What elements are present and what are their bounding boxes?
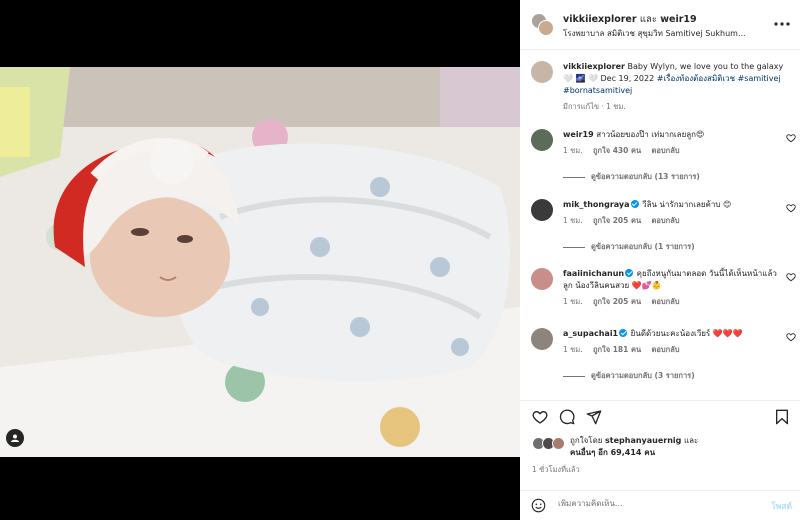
comment-time: 1 ชม. — [563, 345, 583, 354]
liker-avatars — [532, 437, 568, 451]
collab-avatars[interactable] — [531, 13, 554, 36]
comment-text: วีลิน น่ารักมากเลยค้าบ 😊 — [642, 200, 732, 209]
comments-scroll-area[interactable]: vikkiiexplorer Baby Wylyn, we love you t… — [520, 51, 800, 400]
comment-input[interactable] — [558, 499, 748, 508]
comment-item: a_supachai1 ยินดีด้วยนะคะน้องเวียร์ ❤️❤️… — [531, 328, 796, 382]
heart-icon[interactable] — [532, 409, 548, 425]
view-replies-button[interactable]: ดูข้อความตอบกลับ (3 รายการ) — [563, 370, 796, 382]
reply-button[interactable]: ตอบกลับ — [652, 345, 680, 354]
likes-prefix: ถูกใจโดย — [570, 436, 603, 445]
avatar[interactable] — [531, 268, 553, 290]
post-side-panel: vikkiiexplorer และ weir19 โรงพยาบาล สมิต… — [520, 0, 800, 520]
more-horizontal-icon[interactable] — [774, 15, 790, 29]
view-replies-button[interactable]: ดูข้อความตอบกลับ (1 รายการ) — [563, 241, 796, 253]
post-timestamp[interactable]: 1 ชั่วโมงที่แล้ว — [532, 464, 580, 476]
tag-user-icon[interactable] — [6, 429, 24, 447]
post-photo[interactable] — [0, 67, 520, 457]
comment-icon[interactable] — [559, 409, 575, 425]
comment-text: ยินดีด้วยนะคะน้องเวียร์ ❤️❤️❤️ — [630, 329, 743, 338]
comment-time: 1 ชม. — [563, 216, 583, 225]
author-link[interactable]: vikkiiexplorer — [563, 14, 637, 25]
likes-summary: ถูกใจโดย stephanyauernig และ คนอื่นๆ อีก… — [532, 435, 792, 459]
post-comment-button[interactable]: โพสต์ — [771, 499, 792, 513]
verified-badge-icon — [625, 269, 634, 277]
comment-username[interactable]: faaiinichanun — [563, 269, 624, 278]
post-caption: vikkiiexplorer Baby Wylyn, we love you t… — [531, 61, 791, 113]
reply-button[interactable]: ตอบกลับ — [652, 297, 680, 306]
author-link[interactable]: weir19 — [660, 14, 696, 25]
verified-badge-icon — [630, 200, 639, 208]
reply-button[interactable]: ตอบกลับ — [652, 146, 680, 155]
add-comment-bar: โพสต์ — [520, 490, 800, 520]
comment-likes[interactable]: ถูกใจ 430 คน — [593, 146, 641, 155]
comment-likes[interactable]: ถูกใจ 205 คน — [593, 216, 641, 225]
author-joiner: และ — [639, 14, 657, 25]
verified-badge-icon — [619, 329, 628, 337]
view-replies-button[interactable]: ดูข้อความตอบกลับ (13 รายการ) — [563, 171, 796, 183]
bookmark-icon[interactable] — [774, 409, 790, 425]
post-header: vikkiiexplorer และ weir19 โรงพยาบาล สมิต… — [520, 0, 800, 50]
comment-heart-icon[interactable] — [786, 332, 796, 342]
baby-photo-image — [0, 67, 520, 457]
comment-likes[interactable]: ถูกใจ 205 คน — [593, 297, 641, 306]
caption-username[interactable]: vikkiiexplorer — [563, 62, 625, 71]
comment-username[interactable]: weir19 — [563, 130, 594, 139]
comment-heart-icon[interactable] — [786, 133, 796, 143]
comment-text: สาวน้อยของป๊า เท่มากเลยลูก😍 — [596, 130, 705, 139]
post-location[interactable]: โรงพยาบาล สมิติเวช สุขุมวิท Samitivej Su… — [563, 27, 763, 40]
comment-heart-icon[interactable] — [786, 272, 796, 282]
comment-item: weir19 สาวน้อยของป๊า เท่มากเลยลูก😍 1 ชม.… — [531, 129, 796, 183]
avatar[interactable] — [531, 328, 553, 350]
avatar[interactable] — [531, 61, 553, 83]
avatar — [538, 20, 554, 36]
post-media[interactable] — [0, 0, 520, 520]
likes-count-button[interactable]: คนอื่นๆ อีก 69,414 คน — [570, 448, 655, 457]
post-actions: ถูกใจโดย stephanyauernig และ คนอื่นๆ อีก… — [520, 400, 800, 490]
comment-item: mik_thongraya วีลิน น่ารักมากเลยค้าบ 😊 1… — [531, 199, 796, 253]
comment-time: 1 ชม. — [563, 297, 583, 306]
comment-username[interactable]: mik_thongraya — [563, 200, 630, 209]
emoji-icon[interactable] — [531, 498, 546, 513]
comment-item: faaiinichanun คุยถึงหนูกันมาตลอด วันนี้ไ… — [531, 268, 796, 308]
post-authors: vikkiiexplorer และ weir19 — [563, 12, 697, 27]
share-icon[interactable] — [586, 409, 602, 425]
comment-likes[interactable]: ถูกใจ 181 คน — [593, 345, 641, 354]
liker-username[interactable]: stephanyauernig — [605, 436, 681, 445]
likes-and: และ — [683, 436, 699, 445]
comment-username[interactable]: a_supachai1 — [563, 329, 618, 338]
reply-button[interactable]: ตอบกลับ — [652, 216, 680, 225]
comment-heart-icon[interactable] — [786, 203, 796, 213]
avatar[interactable] — [531, 129, 553, 151]
comment-time: 1 ชม. — [563, 146, 583, 155]
caption-meta: มีการแก้ไข · 1 ชม. — [563, 102, 626, 111]
avatar[interactable] — [531, 199, 553, 221]
